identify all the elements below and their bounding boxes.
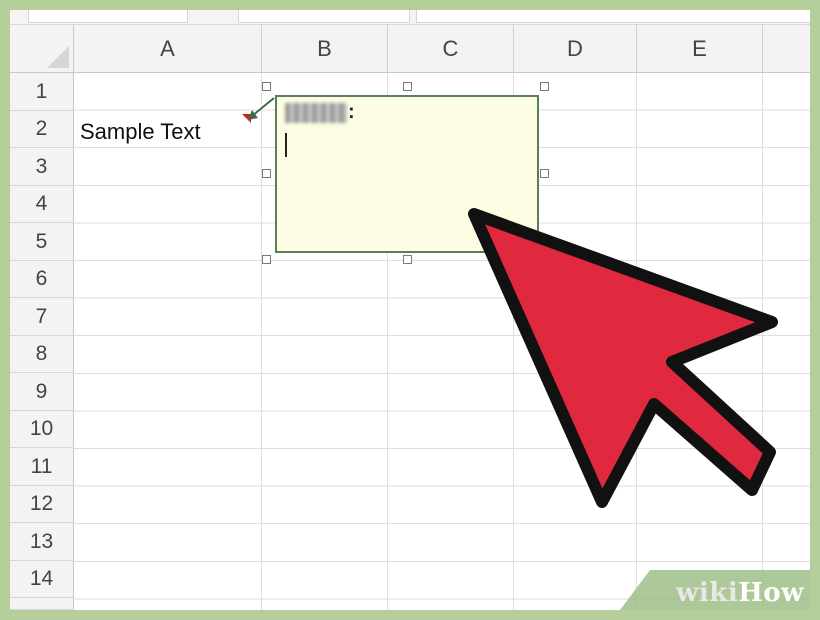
row-header-11[interactable]: 11	[10, 448, 74, 486]
cell-a2[interactable]: Sample Text	[80, 116, 201, 148]
row-header-7[interactable]: 7	[10, 298, 74, 336]
resize-handle-top-right[interactable]	[540, 82, 549, 91]
column-header-f[interactable]	[763, 25, 810, 73]
ribbon-tab[interactable]	[238, 10, 410, 23]
row-header-15[interactable]	[10, 598, 74, 610]
watermark-how: How	[738, 578, 804, 608]
row-header-10[interactable]: 10	[10, 411, 74, 448]
spreadsheet-window: A B C D E 1 2 3 4 5 6 7 8 9 10 11 12 13 …	[10, 10, 810, 610]
column-header-c[interactable]: C	[388, 25, 514, 73]
resize-handle-left[interactable]	[262, 169, 271, 178]
column-header-a[interactable]: A	[74, 25, 262, 73]
comment-author-colon: :	[348, 101, 355, 123]
cursor-arrow-icon	[468, 208, 778, 508]
resize-handle-top-left[interactable]	[262, 82, 271, 91]
row-header-2[interactable]: 2	[10, 111, 74, 148]
row-header-9[interactable]: 9	[10, 373, 74, 411]
resize-handle-right[interactable]	[540, 169, 549, 178]
row-header-6[interactable]: 6	[10, 261, 74, 298]
column-header-d[interactable]: D	[514, 25, 637, 73]
watermark-wiki: wiki	[676, 578, 739, 608]
column-header-e[interactable]: E	[637, 25, 763, 73]
ribbon-strip	[10, 10, 810, 25]
column-header-b[interactable]: B	[262, 25, 388, 73]
blurred-author-name	[285, 102, 347, 123]
row-header-3[interactable]: 3	[10, 148, 74, 186]
wikihow-watermark: wikiHow	[620, 570, 810, 610]
resize-handle-bottom[interactable]	[403, 255, 412, 264]
comment-author: :	[285, 101, 355, 124]
text-caret	[285, 133, 287, 157]
row-header-13[interactable]: 13	[10, 523, 74, 561]
image-frame: A B C D E 1 2 3 4 5 6 7 8 9 10 11 12 13 …	[0, 0, 820, 620]
select-all-triangle-icon	[47, 46, 69, 68]
row-header-8[interactable]: 8	[10, 336, 74, 373]
ribbon-tab[interactable]	[28, 10, 188, 23]
row-header-1[interactable]: 1	[10, 73, 74, 111]
resize-handle-top[interactable]	[403, 82, 412, 91]
row-header-5[interactable]: 5	[10, 223, 74, 261]
watermark-text: wikiHow	[676, 578, 804, 608]
row-header-4[interactable]: 4	[10, 186, 74, 223]
resize-handle-bottom-left[interactable]	[262, 255, 271, 264]
row-header-12[interactable]: 12	[10, 486, 74, 523]
ribbon-tab[interactable]	[416, 10, 810, 23]
select-all-button[interactable]	[10, 25, 74, 73]
row-header-14[interactable]: 14	[10, 561, 74, 598]
